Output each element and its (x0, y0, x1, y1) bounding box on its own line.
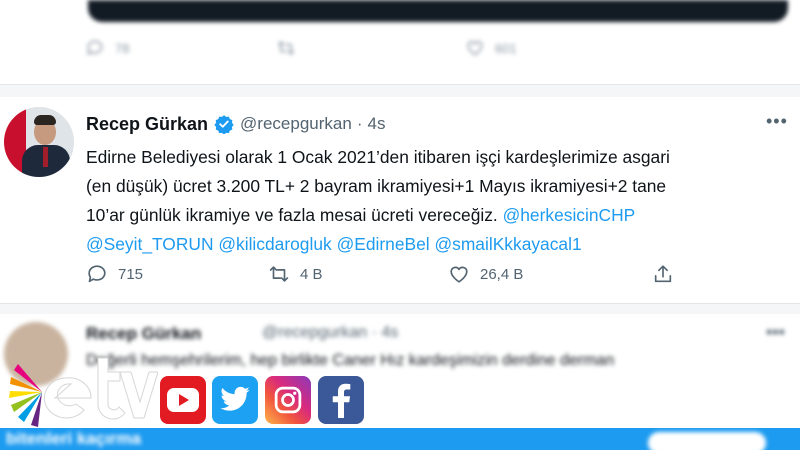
reply-icon (88, 265, 106, 283)
tweet[interactable]: Recep Gürkan @recepgurkan · 4s ••• Edirn… (0, 97, 800, 303)
instagram-icon[interactable] (265, 376, 311, 424)
previous-tweet-actions: 78 601 (85, 38, 685, 66)
tweet-actions: 715 4 B 26,4 B (86, 263, 686, 289)
verified-badge-icon (214, 115, 234, 134)
meta-separator: · (356, 114, 363, 133)
heart-icon (467, 40, 483, 56)
mention-link[interactable]: @EdirneBel (337, 234, 430, 254)
mention-link[interactable]: @kilicdarogluk (218, 234, 331, 254)
reply-button[interactable]: 715 (86, 263, 143, 285)
author-handle[interactable]: @recepgurkan · 4s (262, 324, 398, 342)
twitter-icon[interactable] (212, 376, 258, 424)
tweet-text-line-3-text: 10’ar günlük ikramiye ve fazla mesai ücr… (86, 205, 503, 225)
like-count: 26,4 B (480, 265, 524, 283)
etv-logo (9, 357, 158, 427)
author-name[interactable]: Recep Gürkan (86, 114, 208, 135)
more-options-icon[interactable]: ••• (766, 111, 788, 132)
mention-link[interactable]: @Seyit_TORUN (86, 234, 214, 254)
share-icon (654, 265, 672, 283)
bottom-banner-text: bitenleri kaçırma (6, 429, 142, 448)
bottom-banner-button[interactable] (648, 432, 766, 454)
youtube-icon[interactable] (160, 376, 206, 424)
tweet-text: Edirne Belediyesi olarak 1 Ocak 2021’den… (86, 143, 786, 259)
reply-count: 715 (118, 265, 144, 283)
previous-like-button[interactable]: 601 (465, 38, 517, 58)
tweet-text-line-2: (en düşük) ücret 3.200 TL+ 2 bayram ikra… (86, 176, 667, 196)
tweet-text-line-3: 10’ar günlük ikramiye ve fazla mesai ücr… (86, 201, 786, 230)
tweet-text-line-4: @Seyit_TORUN @kilicdarogluk @EdirneBel @… (86, 230, 786, 259)
avatar[interactable] (4, 107, 74, 177)
retweet-count: 4 B (300, 265, 323, 283)
tweet-text: Değerli hemşehrilerim, hep birlikte Cane… (86, 352, 615, 369)
previous-tweet-media (88, 0, 788, 22)
more-options-icon[interactable]: ••• (766, 322, 785, 343)
timeline-divider (0, 84, 800, 98)
author-name[interactable]: Recep Gürkan (86, 324, 201, 344)
previous-tweet: 78 601 (0, 0, 800, 84)
tweet-header: Recep Gürkan @recepgurkan · 4s (86, 112, 385, 136)
retweet-icon (277, 41, 295, 55)
previous-reply-count: 78 (115, 40, 130, 56)
previous-retweet-button[interactable] (275, 38, 297, 58)
like-button[interactable]: 26,4 B (448, 263, 523, 285)
reply-icon (87, 40, 103, 56)
share-button[interactable] (652, 263, 674, 285)
tweet-text-line-1: Edirne Belediyesi olarak 1 Ocak 2021’den… (86, 147, 670, 167)
heart-icon (450, 266, 468, 283)
mention-link[interactable]: @smailKkkayacal1 (434, 234, 581, 254)
retweet-icon (269, 266, 289, 282)
mention-link[interactable]: @herkesicinCHP (503, 205, 636, 225)
facebook-icon[interactable] (318, 376, 364, 424)
tweet-time[interactable]: 4s (367, 114, 385, 134)
previous-reply-button[interactable]: 78 (85, 38, 129, 58)
previous-like-count: 601 (495, 40, 517, 56)
bottom-banner[interactable]: bitenleri kaçırma (0, 428, 800, 454)
author-handle[interactable]: @recepgurkan (240, 114, 352, 134)
retweet-button[interactable]: 4 B (268, 263, 323, 285)
